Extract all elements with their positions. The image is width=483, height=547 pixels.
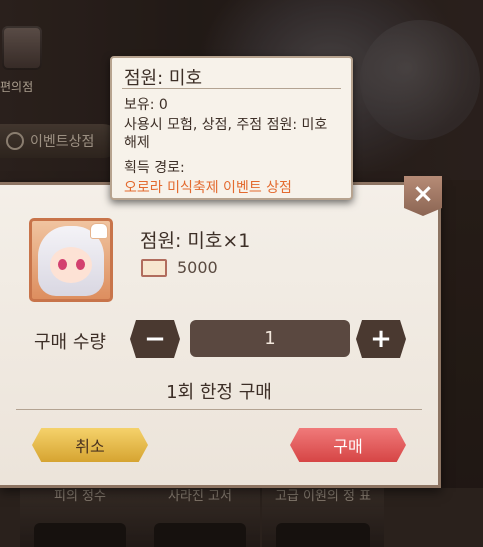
item-tooltip: 점원: 미호 보유: 0 사용시 모험, 상점, 주점 점원: 미호 해제 획득… — [110, 56, 353, 200]
book-icon — [141, 258, 167, 277]
quantity-field[interactable]: 1 — [190, 320, 350, 357]
buy-button[interactable]: 구매 — [290, 428, 406, 462]
tooltip-description: 사용시 모험, 상점, 주점 점원: 미호 해제 — [124, 117, 328, 151]
tooltip-owned-count: 보유: 0 — [124, 97, 168, 113]
purchase-limit-text: 1회 한정 구매 — [166, 382, 272, 403]
tooltip-source-value: 오로라 미식축제 이벤트 상점 — [124, 180, 292, 196]
cancel-button[interactable]: 취소 — [32, 428, 148, 462]
tooltip-divider — [122, 88, 341, 89]
quantity-minus-button[interactable]: − — [130, 320, 180, 358]
quantity-label: 구매 수량 — [34, 332, 106, 353]
item-portrait[interactable] — [29, 218, 113, 302]
portrait-face — [50, 247, 92, 283]
item-name: 점원: 미호×1 — [140, 230, 251, 252]
quantity-plus-button[interactable]: + — [356, 320, 406, 358]
chef-hat-icon — [90, 223, 108, 239]
divider — [16, 409, 422, 410]
close-button[interactable]: × — [404, 176, 442, 216]
close-icon: × — [412, 179, 434, 209]
portrait-eye — [58, 259, 67, 270]
price-row: 5000 — [141, 258, 218, 277]
portrait-eye — [76, 259, 85, 270]
price-value: 5000 — [177, 258, 218, 277]
tooltip-source-label: 획득 경로: — [124, 160, 185, 176]
tooltip-title: 점원: 미호 — [124, 68, 203, 89]
